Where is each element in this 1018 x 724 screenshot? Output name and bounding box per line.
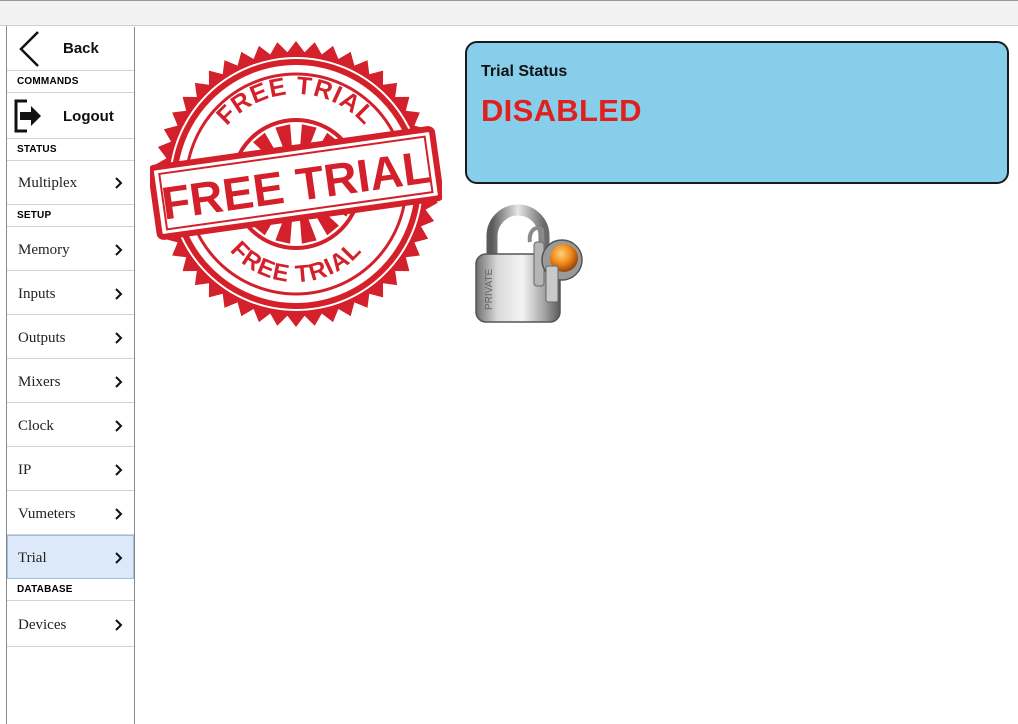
lock-engraving-text: PRIVATE	[484, 268, 495, 310]
sidebar-item-label: Inputs	[18, 286, 56, 302]
section-header-status: STATUS	[7, 139, 134, 161]
padlock-icon: PRIVATE	[475, 204, 583, 323]
sidebar-item-label: Devices	[18, 617, 67, 633]
trial-status-title: Trial Status	[481, 63, 568, 80]
window-top-bar	[0, 0, 1018, 26]
sidebar-item-label: IP	[18, 462, 32, 478]
chevron-right-icon	[115, 376, 123, 388]
sidebar-item-trial[interactable]: Trial	[7, 535, 134, 579]
free-trial-stamp-icon: FREE TRIAL FREE TRIAL FREE TRIAL	[150, 41, 442, 327]
sidebar-item-clock[interactable]: Clock	[7, 403, 134, 447]
chevron-right-icon	[115, 332, 123, 344]
sidebar-item-devices[interactable]: Devices	[7, 601, 134, 647]
sidebar-item-inputs[interactable]: Inputs	[7, 271, 134, 315]
chevron-right-icon	[115, 552, 123, 564]
chevron-right-icon	[115, 619, 123, 631]
section-header-database: DATABASE	[7, 579, 134, 601]
chevron-right-icon	[115, 420, 123, 432]
section-header-commands: COMMANDS	[7, 71, 134, 93]
chevron-right-icon	[115, 464, 123, 476]
back-arrow-icon	[19, 31, 39, 67]
back-label: Back	[63, 40, 99, 57]
chevron-right-icon	[115, 508, 123, 520]
sidebar-item-label: Mixers	[18, 374, 61, 390]
chevron-right-icon	[115, 288, 123, 300]
logout-button[interactable]: Logout	[7, 93, 134, 139]
sidebar-item-label: Memory	[18, 242, 70, 258]
sidebar-item-label: Trial	[18, 550, 47, 566]
sidebar-item-outputs[interactable]: Outputs	[7, 315, 134, 359]
sidebar-item-label: Vumeters	[18, 506, 76, 522]
sidebar: Back COMMANDS Logout STATUS Multiplex SE…	[7, 27, 135, 724]
sidebar-item-mixers[interactable]: Mixers	[7, 359, 134, 403]
trial-status-panel: Trial Status DISABLED	[465, 41, 1009, 184]
chevron-right-icon	[115, 177, 123, 189]
sidebar-item-label: Outputs	[18, 330, 66, 346]
logout-label: Logout	[63, 108, 114, 125]
sidebar-item-memory[interactable]: Memory	[7, 227, 134, 271]
sidebar-item-ip[interactable]: IP	[7, 447, 134, 491]
logout-icon	[14, 99, 41, 133]
sidebar-item-vumeters[interactable]: Vumeters	[7, 491, 134, 535]
chevron-right-icon	[115, 244, 123, 256]
trial-status-value: DISABLED	[481, 93, 642, 128]
sidebar-item-label: Clock	[18, 418, 54, 434]
back-button[interactable]: Back	[7, 27, 134, 71]
section-header-setup: SETUP	[7, 205, 134, 227]
sidebar-item-label: Multiplex	[18, 175, 78, 191]
sidebar-item-multiplex[interactable]: Multiplex	[7, 161, 134, 205]
